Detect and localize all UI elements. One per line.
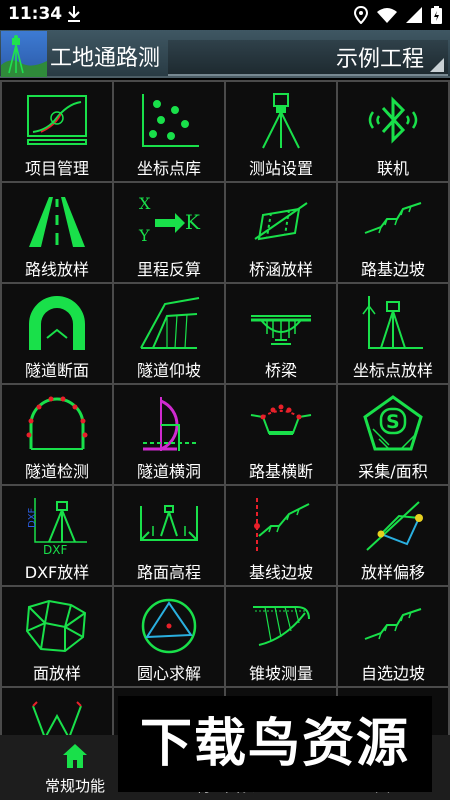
watermark: 下载鸟资源 bbox=[118, 696, 432, 792]
custom-slope-icon bbox=[364, 608, 422, 640]
tile-label: 里程反算 bbox=[136, 260, 201, 279]
road-icon bbox=[29, 197, 85, 247]
tile-label: 基线边坡 bbox=[248, 563, 313, 582]
tile-label: 路线放样 bbox=[24, 260, 89, 279]
tile-label: 测站设置 bbox=[248, 159, 313, 178]
collect-area-icon: S bbox=[363, 395, 423, 451]
status-time: 11:34 bbox=[8, 4, 63, 24]
circle-center-icon bbox=[141, 598, 197, 654]
baseline-slope-icon bbox=[254, 498, 310, 552]
tile-label: DXF放样 bbox=[24, 563, 90, 582]
tunnel-slope-icon bbox=[140, 297, 200, 349]
tile-station-setup[interactable]: 测站设置 bbox=[226, 82, 336, 181]
function-grid: 项目管理 坐标点库 测站设置 联机 路线放样 X Y K 里程反算 桥涵放样 路… bbox=[0, 80, 450, 735]
tile-coordinate-library[interactable]: 坐标点库 bbox=[114, 82, 224, 181]
culvert-icon bbox=[254, 202, 308, 241]
download-icon bbox=[68, 6, 80, 22]
tunnel-cross-hole-icon bbox=[143, 397, 199, 451]
tile-stakeout-offset[interactable]: 放样偏移 bbox=[338, 486, 448, 585]
status-bar: 11:34 bbox=[0, 0, 450, 30]
tile-tunnel-cross-hole[interactable]: 隧道横洞 bbox=[114, 385, 224, 484]
tile-label: 隧道仰坡 bbox=[136, 361, 201, 380]
tile-tunnel-slope[interactable]: 隧道仰坡 bbox=[114, 284, 224, 383]
tile-label: 路基横断 bbox=[248, 462, 313, 481]
tunnel-inspection-icon bbox=[26, 396, 88, 450]
title-bar: 工地通路测 示例工程 bbox=[0, 30, 450, 78]
cross-section-icon bbox=[250, 404, 312, 435]
tile-subgrade-cross-section[interactable]: 路基横断 bbox=[226, 385, 336, 484]
tile-dxf-stakeout[interactable]: DXF DXF DXF放样 bbox=[2, 486, 112, 585]
total-station-icon bbox=[262, 93, 300, 149]
battery-icon bbox=[431, 6, 442, 24]
tile-label: 路基边坡 bbox=[360, 260, 425, 279]
tile-label: 隧道检测 bbox=[24, 462, 89, 481]
point-stakeout-icon bbox=[362, 296, 423, 349]
tile-tunnel-inspection[interactable]: 隧道检测 bbox=[2, 385, 112, 484]
project-select[interactable]: 示例工程 bbox=[168, 40, 448, 76]
project-name: 示例工程 bbox=[335, 47, 424, 72]
tile-custom-slope[interactable]: 自选边坡 bbox=[338, 587, 448, 686]
y-text: Y bbox=[138, 226, 150, 245]
tile-label: 面放样 bbox=[32, 664, 81, 683]
project-management-icon bbox=[27, 95, 87, 145]
xy-to-k-icon: X Y K bbox=[138, 194, 201, 245]
tile-label: 桥梁 bbox=[264, 361, 297, 380]
tile-cone-slope[interactable]: 锥坡测量 bbox=[226, 587, 336, 686]
signal-icon bbox=[406, 7, 422, 23]
dxf-text: DXF bbox=[43, 543, 67, 554]
k-text: K bbox=[185, 210, 201, 234]
tile-bluetooth-connect[interactable]: 联机 bbox=[338, 82, 448, 181]
pavement-elevation-icon bbox=[140, 505, 198, 541]
stakeout-offset-icon bbox=[366, 501, 423, 551]
tile-route-stakeout[interactable]: 路线放样 bbox=[2, 183, 112, 282]
bluetooth-icon bbox=[368, 96, 418, 144]
tile-collect-area[interactable]: S 采集/面积 bbox=[338, 385, 448, 484]
tile-label: 放样偏移 bbox=[360, 563, 425, 582]
surface-mesh-icon bbox=[25, 599, 87, 653]
tile-label: 坐标点放样 bbox=[352, 361, 433, 380]
s-text: S bbox=[386, 411, 400, 433]
location-icon bbox=[354, 6, 368, 24]
tile-partial-1[interactable] bbox=[2, 688, 112, 735]
tile-label: 联机 bbox=[376, 159, 409, 178]
tile-culvert-stakeout[interactable]: 桥涵放样 bbox=[226, 183, 336, 282]
tile-label: 桥涵放样 bbox=[248, 260, 313, 279]
app-title: 工地通路测 bbox=[50, 46, 161, 71]
dxf-side-text: DXF bbox=[27, 507, 38, 528]
tile-bridge[interactable]: 桥梁 bbox=[226, 284, 336, 383]
bridge-icon bbox=[251, 315, 311, 345]
tile-baseline-slope[interactable]: 基线边坡 bbox=[226, 486, 336, 585]
tile-label: 路面高程 bbox=[136, 563, 201, 582]
tile-label: 圆心求解 bbox=[136, 664, 201, 683]
partial-icon bbox=[32, 701, 82, 735]
cone-slope-icon bbox=[253, 606, 310, 646]
slope-icon bbox=[364, 202, 422, 234]
tile-station-inverse[interactable]: X Y K 里程反算 bbox=[114, 183, 224, 282]
dxf-stakeout-icon: DXF DXF bbox=[27, 498, 87, 554]
wifi-icon bbox=[377, 8, 397, 23]
tile-label: 自选边坡 bbox=[360, 664, 425, 683]
tile-label: 隧道横洞 bbox=[136, 462, 201, 481]
coordinate-library-icon bbox=[142, 94, 199, 147]
dropdown-arrow-icon bbox=[430, 58, 444, 72]
tile-project-management[interactable]: 项目管理 bbox=[2, 82, 112, 181]
tile-subgrade-slope[interactable]: 路基边坡 bbox=[338, 183, 448, 282]
tile-label: 坐标点库 bbox=[136, 159, 201, 178]
x-text: X bbox=[139, 194, 151, 213]
tile-label: 锥坡测量 bbox=[248, 664, 313, 683]
tile-circle-center[interactable]: 圆心求解 bbox=[114, 587, 224, 686]
tile-label: 隧道断面 bbox=[24, 361, 89, 380]
tile-pavement-elevation[interactable]: 路面高程 bbox=[114, 486, 224, 585]
tile-point-stakeout[interactable]: 坐标点放样 bbox=[338, 284, 448, 383]
home-icon bbox=[63, 744, 87, 768]
tile-tunnel-section[interactable]: 隧道断面 bbox=[2, 284, 112, 383]
tile-label: 项目管理 bbox=[24, 159, 89, 178]
tile-surface-stakeout[interactable]: 面放样 bbox=[2, 587, 112, 686]
app-logo bbox=[1, 31, 47, 77]
tile-label: 采集/面积 bbox=[358, 462, 428, 481]
tunnel-section-icon bbox=[29, 296, 85, 350]
